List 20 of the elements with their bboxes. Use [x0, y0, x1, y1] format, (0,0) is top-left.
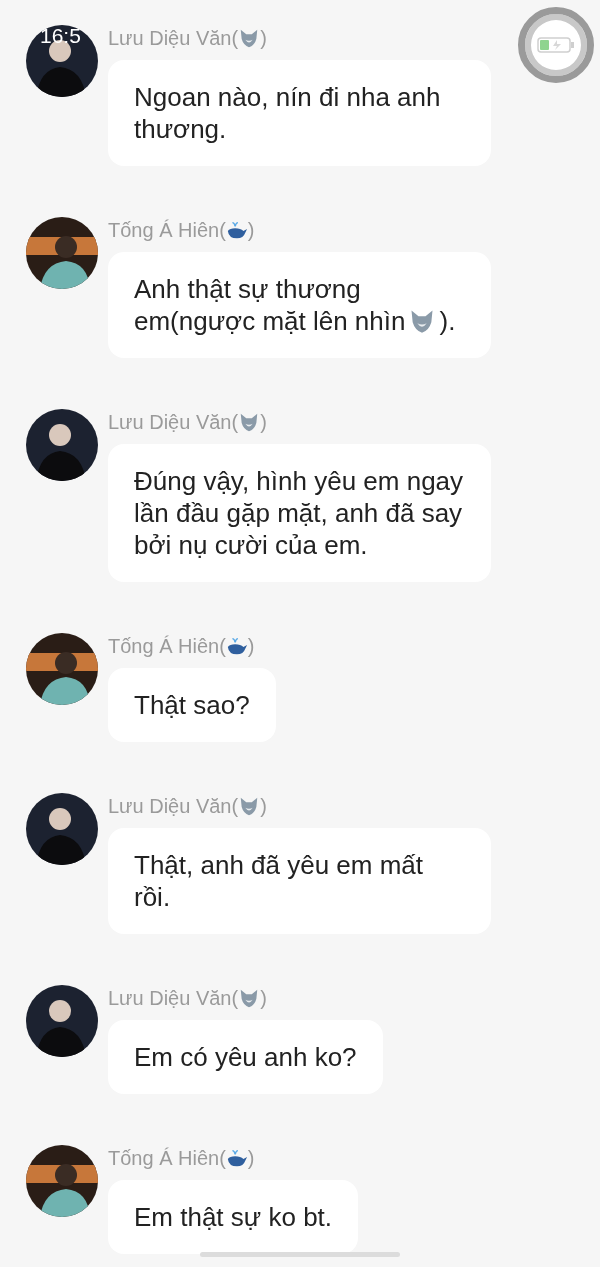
- message-text: Anh thật sự thương em(ngược mặt lên nhìn: [134, 274, 406, 336]
- sender-name: Lưu Diệu Văn( ): [108, 409, 268, 435]
- message-text: Ngoan nào, nín đi nha anh thương.: [134, 82, 441, 144]
- message-text: Em thật sự ko bt.: [134, 1202, 333, 1232]
- whale-icon: [225, 219, 248, 241]
- message-text: Thật sao?: [134, 690, 250, 720]
- sender-name: Tống Á Hiên( ): [108, 1145, 256, 1171]
- sender-name: Tống Á Hiên( ): [108, 217, 256, 243]
- message-text: Đúng vậy, hình yêu em ngay lần đầu gặp mặt, anh đã say bởi nụ cười của em.: [134, 466, 464, 560]
- whale-icon: [225, 1147, 248, 1169]
- sender-name: Lưu Diệu Văn( ): [108, 793, 268, 819]
- message-text: ).: [439, 306, 456, 336]
- battery-icon: [537, 36, 575, 54]
- message-text: Em có yêu anh ko?: [134, 1042, 357, 1072]
- sender-name: Tống Á Hiên( ): [108, 633, 256, 659]
- sender-name: Lưu Diệu Văn( ): [108, 985, 268, 1011]
- whale-icon: [225, 635, 248, 657]
- message-text: Thật, anh đã yêu em mất rồi.: [134, 850, 424, 912]
- sender-name: Lưu Diệu Văn( ): [108, 25, 268, 51]
- status-time: 16:5: [40, 24, 81, 48]
